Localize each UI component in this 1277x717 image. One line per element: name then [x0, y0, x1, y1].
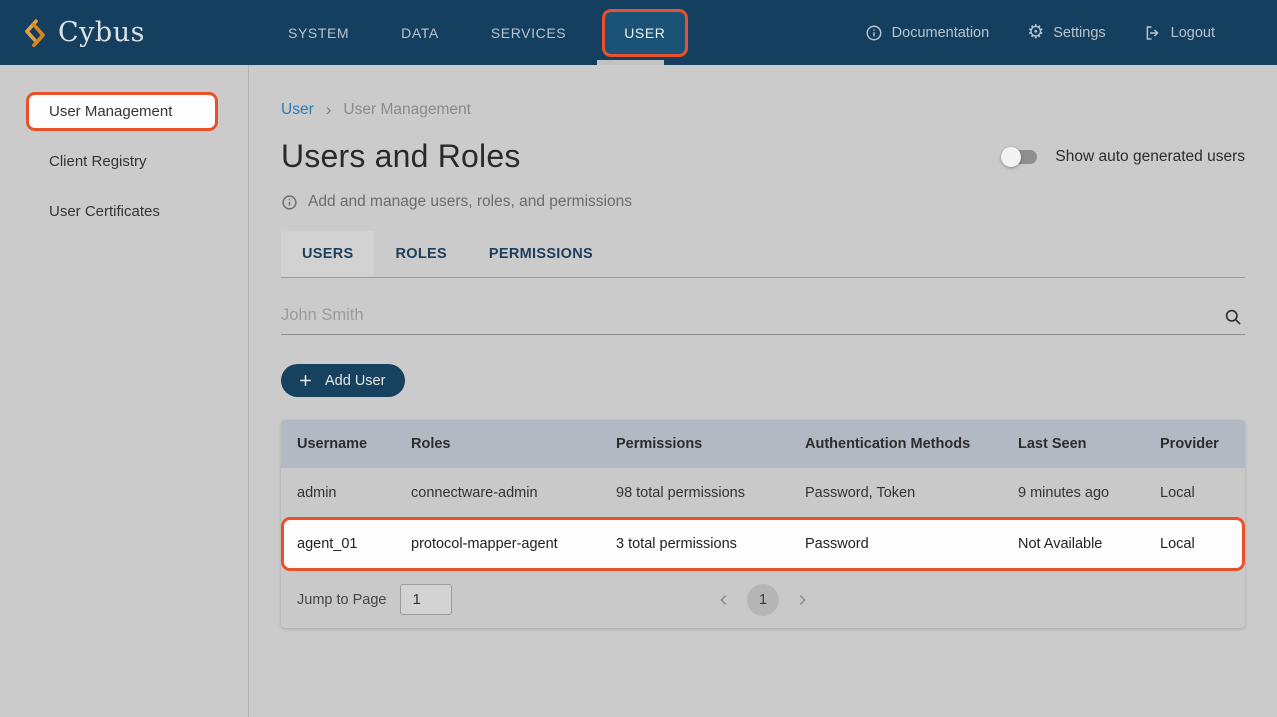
chevron-right-icon: ›: [326, 100, 332, 120]
cell-auth-methods: Password: [805, 536, 1018, 552]
sidebar-item-label: Client Registry: [49, 153, 147, 170]
search-input[interactable]: [281, 296, 1245, 334]
tab-permissions[interactable]: PERMISSIONS: [468, 231, 614, 277]
settings-link[interactable]: ⚙ Settings: [1027, 24, 1105, 42]
column-header-last-seen: Last Seen: [1018, 436, 1160, 452]
table-footer: Jump to Page 1: [281, 571, 1245, 628]
cell-permissions: 98 total permissions: [616, 485, 805, 501]
column-header-permissions: Permissions: [616, 436, 805, 452]
jump-to-page-label: Jump to Page: [297, 592, 386, 608]
table-row-admin[interactable]: admin connectware-admin 98 total permiss…: [281, 468, 1245, 517]
tab-bar: USERS ROLES PERMISSIONS: [281, 231, 1245, 278]
breadcrumb: User › User Management: [281, 100, 1245, 120]
cell-roles: connectware-admin: [411, 485, 616, 501]
cybus-logo-icon: [22, 18, 48, 48]
users-table: Username Roles Permissions Authenticatio…: [281, 420, 1245, 628]
breadcrumb-current: User Management: [343, 101, 471, 119]
top-navbar: Cybus SYSTEM DATA SERVICES USER Document…: [0, 0, 1277, 65]
cell-permissions: 3 total permissions: [616, 536, 805, 552]
show-auto-generated-toggle[interactable]: [1001, 146, 1039, 168]
tab-users[interactable]: USERS: [281, 231, 374, 277]
cell-roles: protocol-mapper-agent: [411, 536, 616, 552]
documentation-link[interactable]: Documentation: [865, 24, 990, 42]
column-header-auth-methods: Authentication Methods: [805, 436, 1018, 452]
chevron-left-icon[interactable]: [716, 592, 732, 608]
cell-provider: Local: [1160, 536, 1229, 552]
sidebar-item-client-registry[interactable]: Client Registry: [26, 142, 218, 181]
toggle-knob: [1001, 147, 1021, 167]
auto-generated-users-toggle-row: Show auto generated users: [1001, 146, 1245, 168]
page-subtitle: Add and manage users, roles, and permiss…: [308, 193, 632, 211]
breadcrumb-parent-link[interactable]: User: [281, 101, 314, 119]
page-title: Users and Roles: [281, 138, 521, 175]
column-header-roles: Roles: [411, 436, 616, 452]
column-header-username: Username: [297, 436, 411, 452]
search-icon[interactable]: [1223, 307, 1243, 327]
current-page-button[interactable]: 1: [747, 584, 779, 616]
sidebar-item-label: User Management: [49, 103, 172, 120]
jump-to-page-input[interactable]: [400, 584, 452, 615]
gear-icon: ⚙: [1027, 24, 1044, 42]
nav-actions: Documentation ⚙ Settings Logout: [865, 0, 1215, 65]
nav-item-user[interactable]: USER: [602, 9, 687, 57]
user-search: [281, 296, 1245, 335]
nav-item-system[interactable]: SYSTEM: [288, 25, 349, 41]
sidebar-item-label: User Certificates: [49, 203, 160, 220]
logout-link[interactable]: Logout: [1144, 24, 1215, 42]
settings-label: Settings: [1053, 25, 1105, 41]
documentation-label: Documentation: [892, 25, 990, 41]
info-icon: [281, 194, 298, 211]
cell-auth-methods: Password, Token: [805, 485, 1018, 501]
sidebar: User Management Client Registry User Cer…: [0, 65, 249, 717]
logout-icon: [1144, 24, 1162, 42]
tab-roles[interactable]: ROLES: [374, 231, 467, 277]
main-content: User › User Management Users and Roles S…: [249, 65, 1277, 717]
sidebar-item-user-certificates[interactable]: User Certificates: [26, 192, 218, 231]
cell-username: admin: [297, 485, 411, 501]
add-user-button[interactable]: Add User: [281, 364, 405, 397]
nav-item-services[interactable]: SERVICES: [491, 25, 566, 41]
brand[interactable]: Cybus: [22, 0, 145, 65]
toggle-label: Show auto generated users: [1055, 148, 1245, 166]
logout-label: Logout: [1171, 25, 1215, 41]
main-nav: SYSTEM DATA SERVICES USER: [288, 0, 666, 65]
cell-username: agent_01: [297, 536, 411, 552]
pagination-controls: 1: [716, 584, 810, 616]
nav-item-data[interactable]: DATA: [401, 25, 439, 41]
page-subtitle-row: Add and manage users, roles, and permiss…: [281, 193, 1245, 211]
cell-last-seen: Not Available: [1018, 536, 1160, 552]
cell-last-seen: 9 minutes ago: [1018, 485, 1160, 501]
plus-icon: [297, 372, 314, 389]
table-header-row: Username Roles Permissions Authenticatio…: [281, 420, 1245, 468]
cell-provider: Local: [1160, 485, 1229, 501]
table-row-agent-01[interactable]: agent_01 protocol-mapper-agent 3 total p…: [281, 517, 1245, 571]
info-icon: [865, 24, 883, 42]
add-user-label: Add User: [325, 373, 385, 389]
column-header-provider: Provider: [1160, 436, 1229, 452]
chevron-right-icon[interactable]: [794, 592, 810, 608]
sidebar-item-user-management[interactable]: User Management: [26, 92, 218, 131]
brand-name: Cybus: [58, 17, 145, 48]
